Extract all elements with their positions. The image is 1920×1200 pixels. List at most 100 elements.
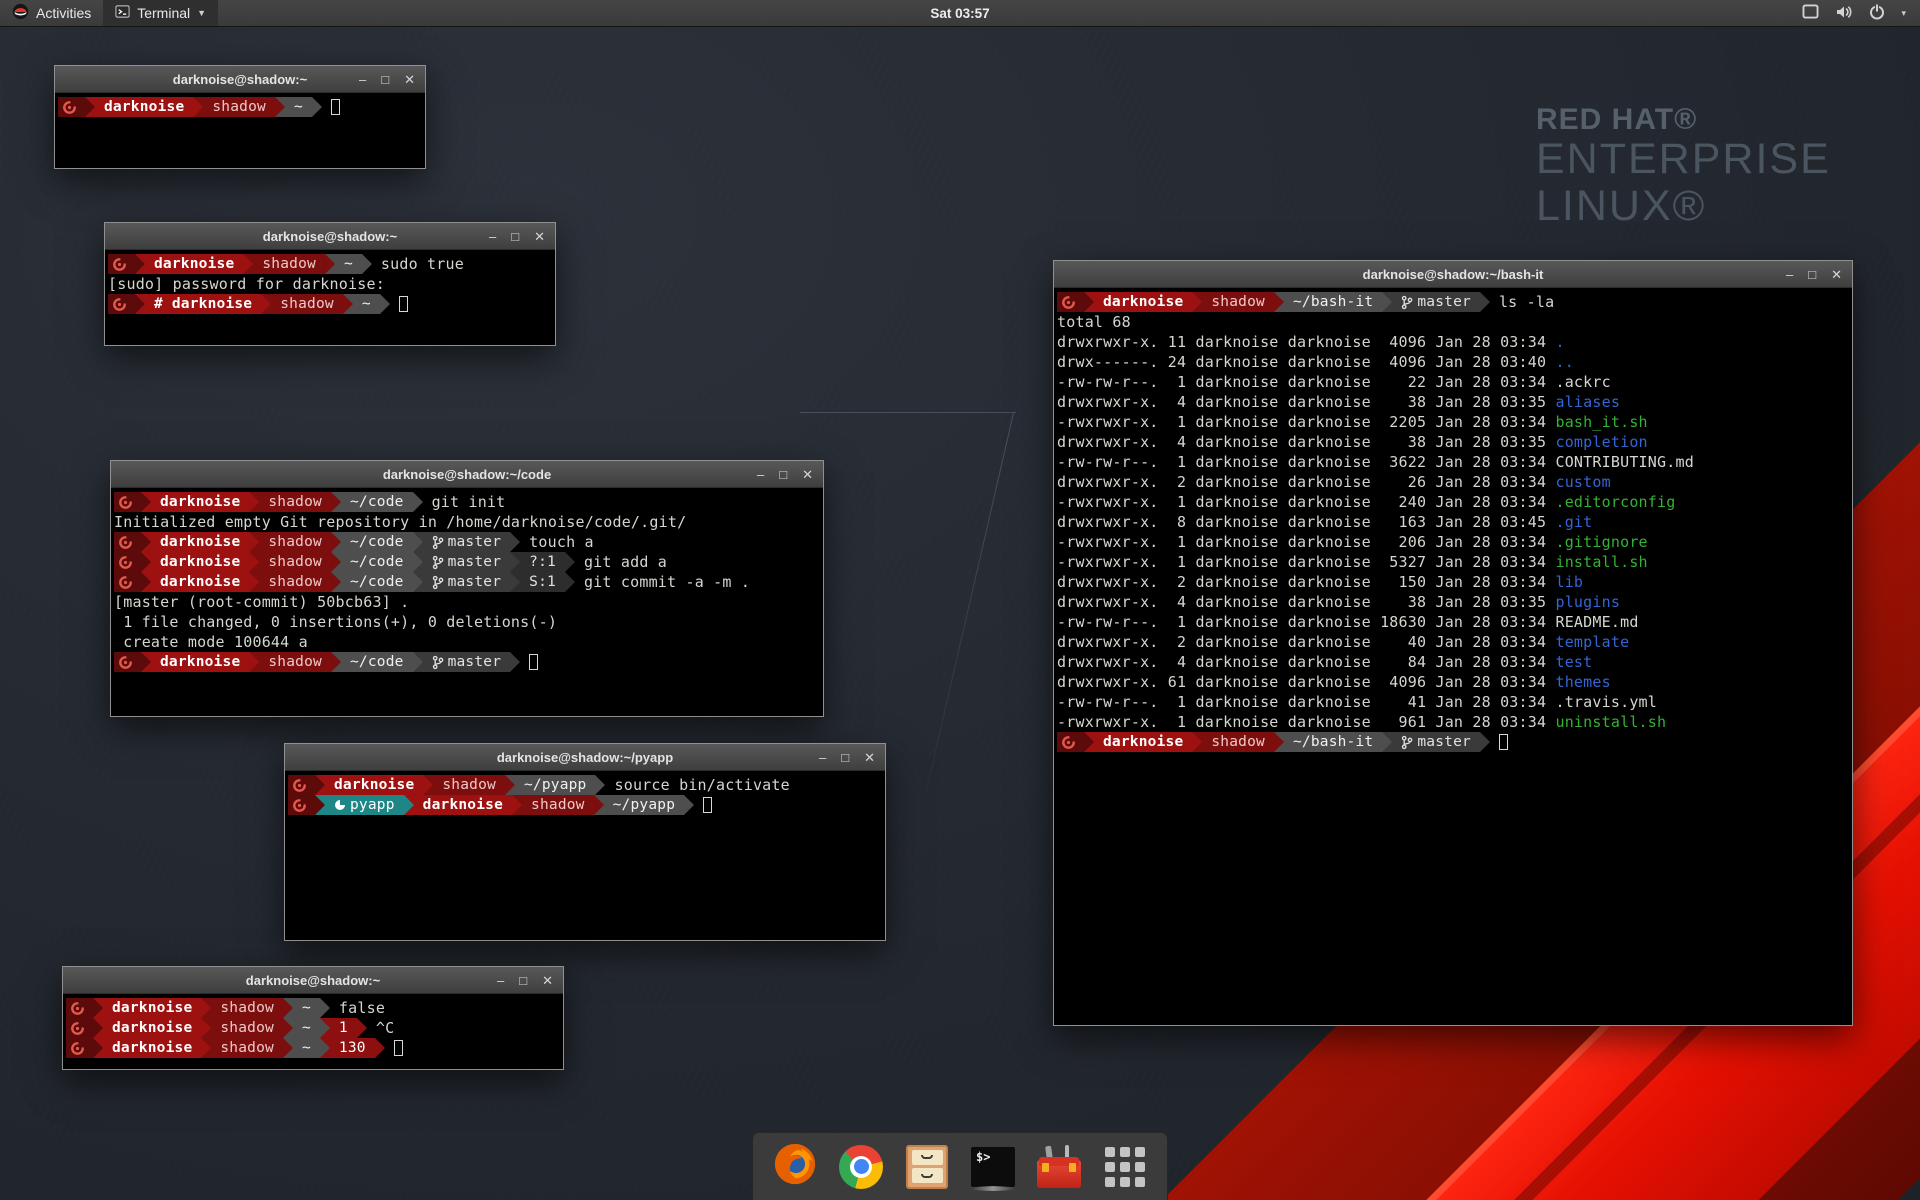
terminal-content[interactable]: darknoiseshadow~falsedarknoiseshadow~1^C… [63,994,563,1069]
maximize-button[interactable]: □ [779,468,787,481]
display-icon[interactable] [1802,4,1819,22]
output-text: .travis.yml [1555,692,1657,712]
maximize-button[interactable]: □ [519,974,527,987]
terminal-cursor [399,296,408,312]
terminal-window-bash-it[interactable]: darknoise@shadow:~/bash-it – □ ✕ darknoi… [1053,260,1853,1026]
output-text: total 68 [1057,312,1131,332]
powerline-arrow-icon [331,572,341,592]
maximize-button[interactable]: □ [381,73,389,86]
output-text: drwxrwxr-x. 4 darknoise darknoise 38 Jan… [1057,432,1555,452]
prompt-segment-user: darknoise [414,795,512,815]
powerline-arrow-icon [93,998,103,1018]
app-menu-terminal[interactable]: Terminal ▼ [103,0,218,26]
terminal-line: 1 file changed, 0 insertions(+), 0 delet… [114,612,823,632]
terminal-line: darknoiseshadow~/pyappsource bin/activat… [288,775,885,795]
prompt-segment-host: shadow [203,97,275,117]
terminal-window-sudo[interactable]: darknoise@shadow:~ – □ ✕ darknoiseshadow… [104,222,556,346]
window-titlebar[interactable]: darknoise@shadow:~ – □ ✕ [55,66,425,93]
terminal-window-pyapp[interactable]: darknoise@shadow:~/pyapp – □ ✕ darknoise… [284,743,886,941]
dock-item-toolbox[interactable] [1035,1143,1083,1191]
terminal-line: -rw-rw-r--. 1 darknoise darknoise 18630 … [1057,612,1852,632]
output-text: test [1555,652,1592,672]
window-titlebar[interactable]: darknoise@shadow:~ – □ ✕ [63,967,563,994]
output-text: Initialized empty Git repository in /hom… [114,512,686,532]
file-manager-icon [906,1145,948,1189]
maximize-button[interactable]: □ [511,230,519,243]
volume-icon[interactable] [1835,4,1853,23]
clock[interactable]: Sat 03:57 [930,6,989,21]
output-text: .ackrc [1555,372,1610,392]
window-titlebar[interactable]: darknoise@shadow:~/pyapp – □ ✕ [285,744,885,771]
power-icon[interactable] [1869,4,1885,23]
minimize-button[interactable]: – [757,468,764,481]
powerline-arrow-icon [201,998,211,1018]
powerline-arrow-icon [512,795,522,815]
output-text: drwx------. 24 darknoise darknoise 4096 … [1057,352,1555,372]
minimize-button[interactable]: – [359,73,366,86]
prompt-segment-host: shadow [259,492,331,512]
minimize-button[interactable]: – [489,230,496,243]
dock-item-firefox[interactable] [771,1143,819,1191]
powerline-arrow-icon [261,294,271,314]
prompt-segment-user: darknoise [151,552,249,572]
output-text: themes [1555,672,1610,692]
terminal-content[interactable]: darknoiseshadow~/codegit initInitialized… [111,488,823,716]
command-text: git add a [584,552,667,572]
chevron-down-icon[interactable]: ▾ [1901,8,1906,19]
minimize-button[interactable]: – [497,974,504,987]
powerline-arrow-icon [135,254,145,274]
close-button[interactable]: ✕ [542,974,553,987]
prompt-segment-user: darknoise [325,775,423,795]
output-text: -rwxrwxr-x. 1 darknoise darknoise 206 Ja… [1057,532,1555,552]
terminal-line: darknoiseshadow~/bash-itmasterls -la [1057,292,1852,312]
dock-item-files[interactable] [903,1143,951,1191]
maximize-button[interactable]: □ [841,751,849,764]
prompt-segment-user: darknoise [103,998,201,1018]
powerline-arrow-icon [423,775,433,795]
powerline-arrow-icon [510,552,520,572]
terminal-content[interactable]: darknoiseshadow~ [55,93,425,168]
dock-item-chrome[interactable] [837,1143,885,1191]
terminal-line: darknoiseshadow~sudo true [108,254,555,274]
terminal-window-code[interactable]: darknoise@shadow:~/code – □ ✕ darknoise s… [110,460,824,717]
close-button[interactable]: ✕ [864,751,875,764]
rhel-logo: RED HAT® ENTERPRISE LINUX® [1536,104,1831,229]
powerline-arrow-icon [249,532,259,552]
chrome-icon [839,1145,883,1189]
close-button[interactable]: ✕ [802,468,813,481]
window-titlebar[interactable]: darknoise@shadow:~/bash-it – □ ✕ [1054,261,1852,288]
output-text: create mode 100644 a [114,632,308,652]
maximize-button[interactable]: □ [1808,268,1816,281]
output-text: .editorconfig [1555,492,1675,512]
terminal-line: drwxrwxr-x. 2 darknoise darknoise 26 Jan… [1057,472,1852,492]
dock-item-terminal[interactable]: $> [969,1143,1017,1191]
prompt-segment-status: ?:1 [520,552,565,572]
terminal-content[interactable]: darknoiseshadow~/bash-itmasterls -latota… [1054,288,1852,1025]
terminal-content[interactable]: darknoiseshadow~/pyappsource bin/activat… [285,771,885,940]
minimize-button[interactable]: – [1786,268,1793,281]
activities-button[interactable]: Activities [0,0,103,26]
powerline-arrow-icon [510,572,520,592]
close-button[interactable]: ✕ [1831,268,1842,281]
powerline-arrow-icon [141,492,151,512]
prompt-segment-distro [66,998,93,1018]
prompt-segment-user: darknoise [145,254,243,274]
prompt-segment-distro [114,532,141,552]
minimize-button[interactable]: – [819,751,826,764]
window-title: darknoise@shadow:~/bash-it [1363,267,1544,282]
wallpaper-line [800,412,1016,413]
window-titlebar[interactable]: darknoise@shadow:~/code – □ ✕ [111,461,823,488]
terminal-window-home-1[interactable]: darknoise@shadow:~ – □ ✕ darknoiseshadow… [54,65,426,169]
close-button[interactable]: ✕ [404,73,415,86]
prompt-segment-distro [66,1018,93,1038]
powerline-arrow-icon [249,552,259,572]
terminal-line: drwx------. 24 darknoise darknoise 4096 … [1057,352,1852,372]
dock-item-app-grid[interactable] [1101,1143,1149,1191]
powerline-arrow-icon [93,1018,103,1038]
prompt-segment-distro [114,652,141,672]
terminal-line: darknoiseshadow~ [58,97,425,117]
terminal-window-home-2[interactable]: darknoise@shadow:~ – □ ✕ darknoiseshadow… [62,966,564,1070]
close-button[interactable]: ✕ [534,230,545,243]
window-titlebar[interactable]: darknoise@shadow:~ – □ ✕ [105,223,555,250]
terminal-content[interactable]: darknoiseshadow~sudo true[sudo] password… [105,250,555,345]
